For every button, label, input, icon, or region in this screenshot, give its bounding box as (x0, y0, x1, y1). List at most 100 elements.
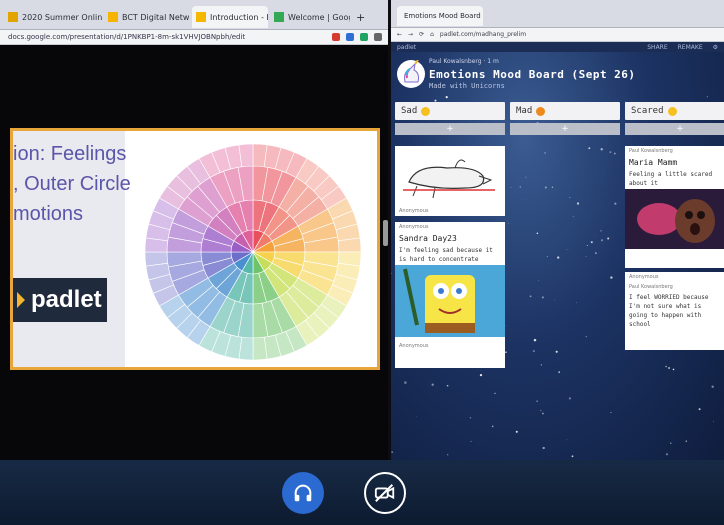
star (590, 241, 593, 244)
star (540, 364, 542, 366)
star (532, 350, 535, 353)
star (665, 365, 667, 368)
board-subtitle: Made with Unicorns (429, 82, 505, 90)
address-bar[interactable]: docs.google.com/presentation/d/1PNKBP1-8… (0, 30, 388, 45)
star (447, 454, 449, 456)
extension-icon[interactable] (332, 33, 340, 41)
star (536, 400, 538, 402)
column-header: Scared (625, 102, 724, 120)
home-icon[interactable]: ⌂ (430, 31, 434, 38)
star (391, 451, 394, 453)
star (446, 384, 449, 387)
tab-label: BCT Digital Network (122, 12, 190, 22)
post-title: Maria Mamm (629, 158, 678, 167)
padlet-brand[interactable]: padlet (397, 44, 416, 51)
tab-label: Emotions Mood Board (Sept 26) (404, 12, 483, 20)
shared-screen-right: Emotions Mood Board (Sept 26) × ← → ⟳ ⌂ … (391, 0, 724, 460)
star (600, 239, 604, 242)
column-scared: Scared + (625, 102, 724, 135)
star (525, 176, 527, 178)
star (706, 96, 708, 98)
tab-favicon-icon (108, 12, 118, 22)
remake-button[interactable]: REMAKE (678, 44, 703, 51)
star (541, 296, 545, 299)
post-card[interactable]: Anonymous Sandra Day23 I'm feeling sad b… (395, 222, 505, 368)
star (711, 385, 714, 388)
star (566, 249, 568, 250)
add-post-button[interactable]: + (395, 123, 505, 135)
star (553, 299, 555, 301)
star (515, 430, 518, 433)
star (672, 368, 675, 371)
slide-title: ion: Feelings , Outer Circle motions (13, 143, 131, 225)
video-toggle-button[interactable] (364, 472, 406, 514)
add-post-button[interactable]: + (510, 123, 620, 135)
star (712, 420, 714, 422)
post-author: Paul Kowalsnberg (629, 284, 673, 290)
browser-tabbar: Emotions Mood Board (Sept 26) × (391, 0, 724, 28)
extension-icon[interactable] (360, 33, 368, 41)
post-card[interactable]: Paul Kowalsnberg Maria Mamm Feeling a li… (625, 146, 724, 268)
padlet-topbar: padlet SHARE REMAKE ⚙ (391, 42, 724, 52)
post-card[interactable]: Anonymous Paul Kowalsnberg I feel WORRIE… (625, 272, 724, 350)
star (575, 302, 577, 303)
back-icon[interactable]: ← (397, 31, 402, 38)
star (557, 256, 560, 259)
star (445, 95, 448, 99)
board-title: Emotions Mood Board (Sept 26) (429, 68, 636, 81)
star (698, 408, 701, 411)
presentation-slide: ion: Feelings , Outer Circle motions pad… (10, 128, 380, 370)
star (431, 383, 434, 386)
browser-tab-active[interactable]: Introduction - Feelings × (192, 6, 268, 28)
mad-emoji-icon (536, 106, 546, 116)
star (586, 244, 588, 247)
reload-icon[interactable]: ⟳ (419, 31, 424, 38)
star (519, 186, 521, 188)
split-divider-handle[interactable] (383, 220, 388, 246)
feelings-wheel-image (144, 143, 362, 361)
sad-drawing-image (395, 146, 505, 202)
menu-icon[interactable] (374, 33, 382, 41)
spongebob-gif-image (395, 265, 505, 337)
browser-tab-active[interactable]: Emotions Mood Board (Sept 26) × (397, 6, 483, 26)
star (540, 409, 542, 412)
post-body: Feeling a little scared about it (629, 171, 713, 187)
browser-tab[interactable]: 2020 Summer Online × (4, 6, 102, 28)
star (533, 338, 537, 342)
star (668, 367, 671, 369)
star (505, 351, 507, 354)
browser-tab[interactable]: BCT Digital Network × (104, 6, 190, 28)
plus-icon: + (676, 124, 684, 134)
star (491, 425, 494, 428)
column-mad: Mad + (510, 102, 620, 135)
star (610, 276, 613, 279)
gear-icon[interactable]: ⚙ (713, 44, 718, 51)
column-title: Scared (631, 106, 664, 116)
extension-icons (332, 33, 388, 41)
star (404, 381, 407, 384)
slide-title-panel: ion: Feelings , Outer Circle motions pad… (13, 131, 131, 367)
star (558, 371, 561, 373)
star (529, 295, 532, 298)
headphones-icon (294, 484, 312, 502)
forward-icon[interactable]: → (408, 31, 413, 38)
star (610, 412, 612, 413)
shared-screen-left: 2020 Summer Online × BCT Digital Network… (0, 0, 388, 460)
post-card[interactable]: Anonymous (395, 146, 505, 216)
tab-favicon-icon (8, 12, 18, 22)
audio-button[interactable] (282, 472, 324, 514)
new-tab-button[interactable]: + (352, 6, 372, 28)
post-meta: Anonymous (629, 274, 659, 280)
star (600, 148, 603, 151)
add-post-button[interactable]: + (625, 123, 724, 135)
padlet-logo-icon (17, 292, 25, 308)
extension-icon[interactable] (346, 33, 354, 41)
browser-tab[interactable]: Welcome | Google × (270, 6, 350, 28)
share-button[interactable]: SHARE (647, 44, 667, 51)
address-bar[interactable]: ← → ⟳ ⌂ padlet.com/madhang_prelim (391, 28, 724, 42)
post-meta: Anonymous (399, 208, 429, 214)
star (665, 453, 669, 456)
star (544, 186, 547, 189)
column-title: Mad (516, 106, 533, 116)
column-header: Mad (510, 102, 620, 120)
